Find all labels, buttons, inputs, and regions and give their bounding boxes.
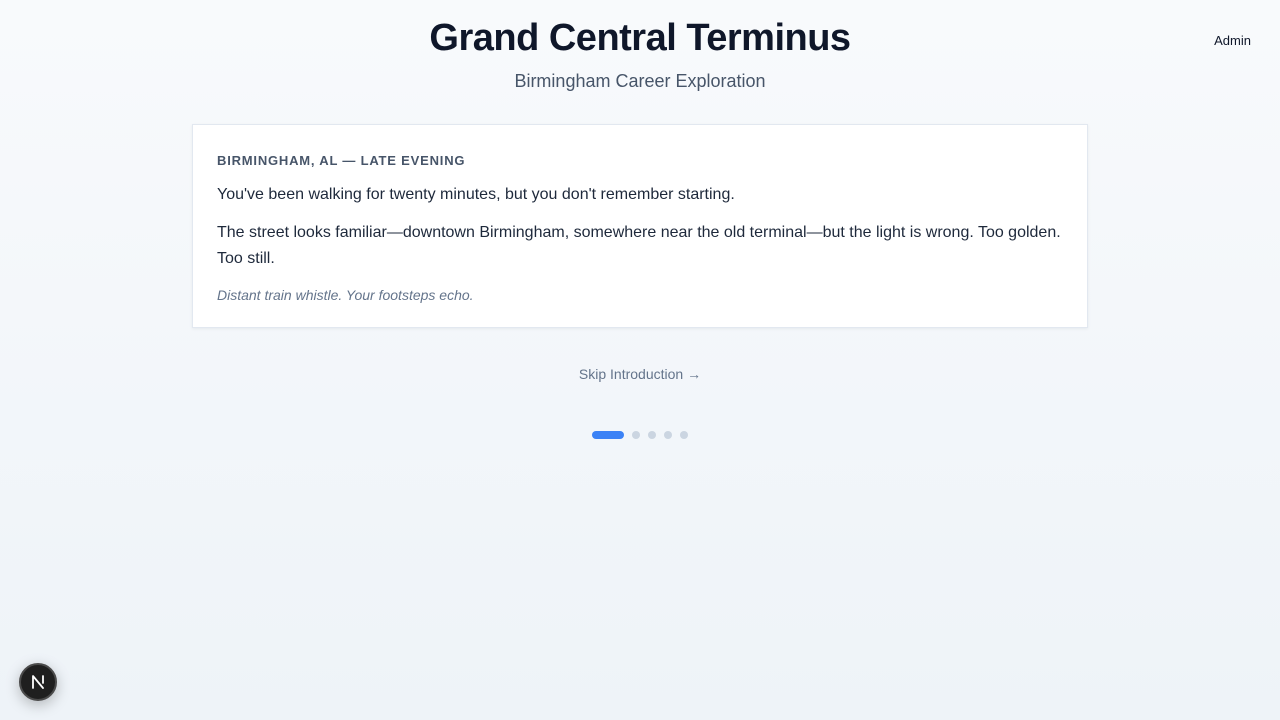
progress-dot — [680, 431, 688, 439]
story-ambient-text: Distant train whistle. Your footsteps ec… — [217, 287, 474, 303]
page-subtitle: Birmingham Career Exploration — [514, 71, 766, 91]
progress-dot — [664, 431, 672, 439]
page: Admin Grand Central Terminus Birmingham … — [0, 0, 1280, 720]
skip-container: Skip Introduction → — [0, 366, 1280, 384]
story-paragraph: The street looks familiar—downtown Birmi… — [217, 224, 1061, 267]
nextjs-dev-badge[interactable] — [19, 663, 57, 701]
header: Grand Central Terminus Birmingham Career… — [0, 16, 1280, 93]
progress-dot-active — [592, 431, 624, 439]
progress-indicator — [592, 431, 688, 439]
story-paragraph: You've been walking for twenty minutes, … — [217, 186, 735, 203]
page-title: Grand Central Terminus — [429, 17, 851, 59]
nextjs-n-icon — [32, 675, 44, 689]
skip-introduction-button[interactable]: Skip Introduction → — [579, 366, 701, 382]
story-location: BIRMINGHAM, AL — LATE EVENING — [217, 153, 466, 168]
story-card: BIRMINGHAM, AL — LATE EVENING You've bee… — [192, 124, 1088, 328]
progress-dot — [648, 431, 656, 439]
progress-dot — [632, 431, 640, 439]
